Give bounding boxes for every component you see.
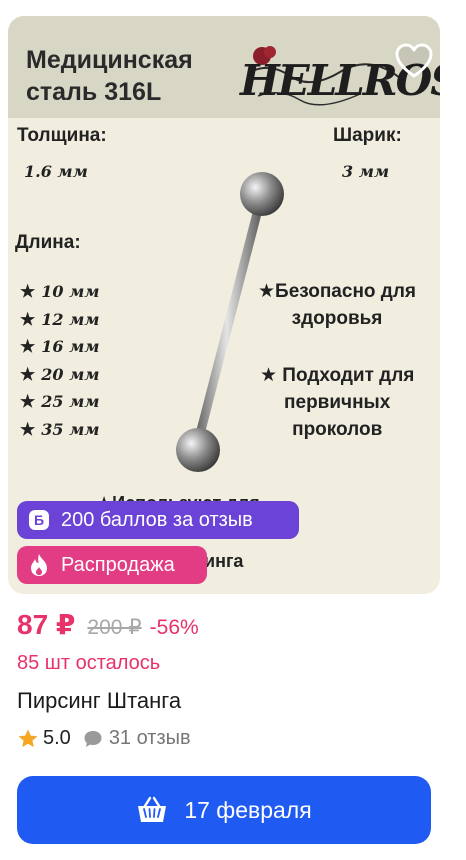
sale-badge: Распродажа <box>17 546 207 584</box>
delivery-date: 17 февраля <box>184 796 312 823</box>
length-list: ★ 10 мм ★ 12 мм ★ 16 мм ★ 20 мм ★ 25 мм ★ 35 м… <box>20 278 100 443</box>
chat-icon <box>84 730 102 747</box>
length-item: ★ 10 мм <box>20 282 100 302</box>
points-icon: Б <box>27 508 51 532</box>
length-item: ★ 16 мм <box>20 337 100 357</box>
delivery-button[interactable]: 17 февраля <box>17 776 431 844</box>
length-item: ★ 20 мм <box>20 364 100 385</box>
product-name[interactable]: Пирсинг Штанга <box>17 688 181 714</box>
feature-hidden-bottom: инга <box>204 551 244 571</box>
product-card[interactable]: Медицинская сталь 316L HELLROSE Толщина:… <box>0 0 466 860</box>
discount-percent: -56% <box>149 616 199 639</box>
stock-remaining: 85 шт осталось <box>17 652 161 674</box>
ball-value: 3 мм <box>342 162 390 181</box>
feature-safe: ★Безопасно для здоровья <box>258 281 417 329</box>
length-label: Длина: <box>15 232 81 253</box>
points-label: 200 баллов за отзыв <box>61 509 253 531</box>
svg-text:Б: Б <box>34 512 44 528</box>
rating-score: 5.0 <box>43 727 71 749</box>
length-item: ★ 25 мм <box>20 392 100 412</box>
old-price: 200 ₽ <box>87 616 142 639</box>
feature-primary: ★ Подходит для первичных проколов <box>260 365 415 440</box>
ball-label: Шарик: <box>333 125 402 146</box>
thickness-value: 1.6 мм <box>24 162 88 181</box>
current-price: 87 ₽ <box>17 609 76 640</box>
fire-icon <box>27 553 51 577</box>
points-badge: Б 200 баллов за отзыв <box>17 501 299 539</box>
length-item: ★ 12 мм <box>20 309 100 330</box>
thickness-label: Толщина: <box>17 125 107 146</box>
basket-icon <box>138 796 167 822</box>
price-row: 87 ₽ 200 ₽ -56% <box>17 608 199 641</box>
length-item: ★ 35 мм <box>20 419 100 440</box>
star-icon <box>18 729 38 747</box>
heart-icon[interactable] <box>395 43 433 79</box>
photo-title: Медицинская сталь 316L <box>26 46 193 106</box>
rating-row[interactable]: 5.0 31 отзыв <box>17 727 191 750</box>
review-count: 31 отзыв <box>108 727 191 749</box>
sale-label: Распродажа <box>61 554 175 576</box>
